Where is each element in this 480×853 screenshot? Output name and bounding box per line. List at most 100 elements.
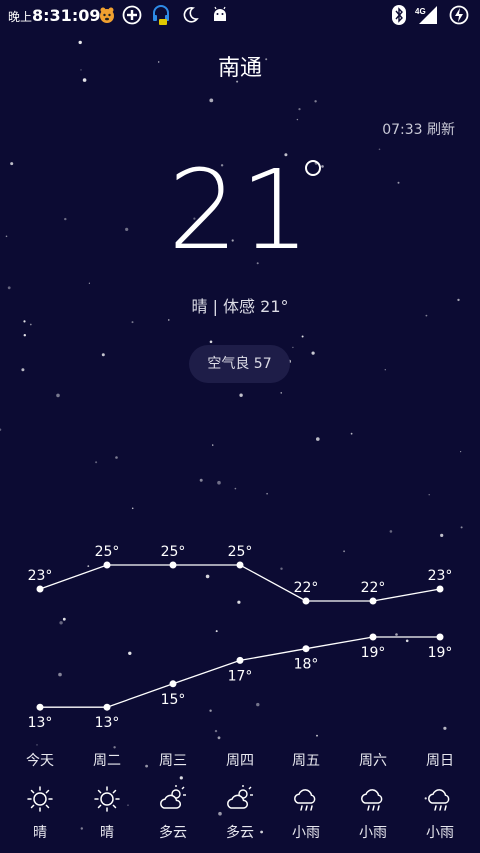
high-temp-point [369,597,377,605]
star [460,451,462,453]
forecast-day[interactable]: 周五 [273,750,339,770]
star [78,40,82,45]
low-temp-point [236,656,244,664]
star [29,323,32,326]
high-temp-label: 25° [95,544,120,560]
star [23,320,26,323]
star [115,456,118,459]
forecast-day[interactable]: 今天 [7,750,73,770]
star [298,108,301,111]
star [101,353,105,357]
condition-label: 晴 [100,825,114,841]
star [23,334,26,337]
condition-label: 小雨 [359,825,387,841]
star [384,369,386,371]
refresh-time[interactable]: 07:33 刷新 [382,119,455,139]
forecast-day[interactable]: 周三 [140,750,206,770]
low-temp-label: 15° [161,692,186,708]
low-temp-point [436,633,444,641]
high-temp-point [36,585,44,593]
condition-label: 晴 [33,825,47,841]
network-type: 4G [415,7,426,16]
star [239,393,243,397]
star [131,507,134,510]
condition-label: 小雨 [292,825,320,841]
signal-icon: 4G [413,5,439,25]
sun-icon [94,786,120,812]
star [212,444,214,446]
high-temp-label: 25° [161,544,186,560]
battery-charging-icon [448,5,470,25]
high-temp-label: 23° [28,568,53,584]
rain-icon [361,789,383,811]
weather-description: 晴 | 体感 21° [191,297,289,316]
rain-icon [294,789,316,811]
star [316,437,320,441]
day-label: 今天 [26,753,54,769]
day-label: 周三 [159,753,187,769]
high-temp-label: 25° [228,544,253,560]
star [113,746,116,749]
star [266,492,268,495]
star [378,148,381,151]
star [350,432,353,435]
star [95,461,98,464]
air-quality-badge[interactable]: 空气良 57 [189,345,290,383]
low-temp-point [36,703,44,711]
star [217,736,221,740]
star [292,346,294,349]
high-temp-point [103,561,111,569]
forecast-day[interactable]: 周六 [340,750,406,770]
day-label: 周五 [292,753,320,769]
low-temp-label: 19° [361,645,386,661]
city-title[interactable]: 南通 [0,50,480,82]
high-temp-point [236,561,244,569]
star [209,98,214,103]
forecast-day[interactable]: 周四 [207,750,273,770]
star [280,392,282,394]
star [179,776,183,780]
forecast-day[interactable]: 周日 [407,750,473,770]
star [428,494,430,496]
star [311,351,315,355]
high-temp-point [436,585,444,593]
status-time: 8:31:09 [32,6,101,25]
forecast-day[interactable]: 周二 [74,750,140,770]
condition-label: 多云 [226,825,254,841]
star [296,118,299,121]
day-label: 周日 [426,753,454,769]
high-temp-label: 22° [361,580,386,596]
low-temp-point [169,680,177,688]
day-label: 周六 [359,753,387,769]
star [88,282,90,284]
low-temp-label: 17° [228,668,253,684]
current-temperature: 21 [168,146,312,274]
star [21,368,25,372]
star [389,530,393,533]
status-bar: 晚上8:31:09 4G [0,0,480,30]
condition-label: 多云 [159,825,187,841]
low-temp-label: 13° [28,715,53,731]
partly-cloudy-icon [160,785,186,809]
star [168,319,170,321]
star [314,100,317,103]
bluetooth-icon [389,5,409,25]
star [199,478,203,482]
partly-cloudy-icon [227,785,253,809]
temperature-forecast-chart: 23° 25° 25° 25° 22° 22° 23° 13° 13° 15° 17° 18° 19° 1… [28,544,453,731]
star [218,811,222,816]
low-temp-point [302,645,310,653]
low-temp-label: 19° [428,645,453,661]
status-time-prefix: 晚上 [8,10,33,24]
day-label: 周四 [226,753,254,769]
star [234,487,237,490]
headset-icon [150,5,172,25]
condition-label: 小雨 [426,825,454,841]
degree-symbol-icon [305,160,321,176]
game-controller-icon [121,5,143,25]
low-temp-label: 18° [294,657,319,673]
star [217,480,221,485]
star [131,321,134,324]
low-temp-label: 13° [95,715,120,731]
high-temp-label: 23° [428,568,453,584]
